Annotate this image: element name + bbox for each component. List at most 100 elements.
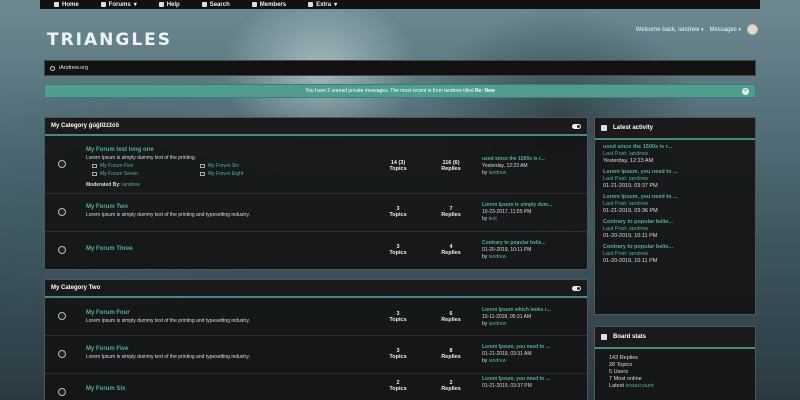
subforum-link[interactable]: My Forum Seven <box>86 171 194 177</box>
last-post-link[interactable]: Lorem Ipsum which looks r... <box>482 307 551 314</box>
close-icon[interactable]: × <box>742 88 749 95</box>
forum-title-link[interactable]: My Forum Four <box>86 310 130 316</box>
replies-label: Replies <box>441 250 461 256</box>
forum-title-link[interactable]: My Forum test long one <box>86 147 154 153</box>
forum-title-link[interactable]: My Forum Six <box>86 386 125 392</box>
nav-members[interactable]: Members <box>251 1 287 8</box>
replies-label: Replies <box>441 317 461 323</box>
welcome-menu[interactable]: Welcome back, iandrew ▾ <box>636 27 704 33</box>
replies-stat: 116 (6) Replies <box>436 160 466 172</box>
activity-thread-link[interactable]: Contrary to popular belie... <box>603 219 747 226</box>
subforum-label: My Forum Seven <box>100 171 139 177</box>
collapse-toggle-icon[interactable] <box>572 285 581 291</box>
extra-icon <box>308 2 314 7</box>
last-post-link[interactable]: Lorem Ipsum, you need to ... <box>482 344 550 351</box>
category-header: My Category ġúģllžźžćö <box>45 118 587 136</box>
site-logo[interactable]: TRIANGLES <box>47 30 172 50</box>
activity-last-post[interactable]: Last Post: iandrew <box>603 176 747 183</box>
forum-status-icon <box>58 208 66 216</box>
last-post: used since the 1500s is r... Yesterday, … <box>482 156 545 177</box>
forum-row: My Forum Four Lorem Ipsum is simply dumm… <box>45 298 587 336</box>
by-label: by <box>482 254 488 260</box>
forum-description: Lorem Ipsum is simply dummy text of the … <box>86 318 250 324</box>
nav-search-label: Search <box>209 1 230 8</box>
last-post-author-link[interactable]: test <box>489 216 497 222</box>
subforum-label: My Forum Five <box>100 163 134 169</box>
home-icon <box>54 2 59 7</box>
forum-row: My Forum test long one Lorem Ipsum is si… <box>45 136 587 194</box>
chevron-down-icon: ▾ <box>700 26 704 33</box>
chat-icon <box>601 125 607 131</box>
last-post-link[interactable]: Lorem Ipsum, you need to ... <box>482 376 550 383</box>
search-icon <box>201 2 207 7</box>
activity-last-post[interactable]: Last Post: iandrew <box>603 151 747 158</box>
category-panel-1: My Category ġúģllžźžćö My Forum test lon… <box>44 117 588 270</box>
folder-icon <box>200 172 205 176</box>
subforum-link[interactable]: My Forum Eight <box>194 171 302 177</box>
nav-search[interactable]: Search <box>201 1 230 8</box>
forums-icon <box>100 2 106 7</box>
topics-stat: 3 Topics <box>383 311 413 323</box>
category-title[interactable]: My Category Two <box>51 285 100 291</box>
category-panel-2: My Category Two My Forum Four Lorem Ipsu… <box>44 279 588 400</box>
replies-stat: 4 Replies <box>436 244 466 256</box>
activity-last-post[interactable]: Last Post: iandrew <box>603 226 747 233</box>
activity-item: Contrary to popular belie... Last Post: … <box>595 215 755 240</box>
replies-stat: 6 Replies <box>436 311 466 323</box>
last-post-author-link[interactable]: iandrew <box>489 358 507 364</box>
category-header: My Category Two <box>45 280 587 298</box>
forum-status-icon <box>58 312 66 320</box>
activity-last-post[interactable]: Last Post: iandrew <box>603 251 747 258</box>
latest-activity-panel: Latest activity used since the 1500s is … <box>594 117 756 315</box>
breadcrumb-site-link[interactable]: iAndrew.org <box>59 65 88 71</box>
collapse-toggle-icon[interactable] <box>572 123 581 129</box>
last-post-author-link[interactable]: iandrew <box>489 254 507 260</box>
forum-row: My Forum Five Lorem Ipsum is simply dumm… <box>45 336 587 374</box>
activity-thread-link[interactable]: Lorem Ipsum, you need to ... <box>603 169 747 176</box>
last-post-link[interactable]: Lorem Ipsum is simply dum... <box>482 202 552 209</box>
forum-title-link[interactable]: My Forum Three <box>86 246 133 252</box>
chevron-down-icon: ▾ <box>334 2 338 8</box>
stat-replies: 143 Replies <box>609 355 639 361</box>
messages-menu[interactable]: Messages ▾ <box>709 27 741 33</box>
last-post-link[interactable]: Contrary to popular belie... <box>482 240 546 247</box>
subforum-link[interactable]: My Forum Six <box>194 163 302 169</box>
pm-notice-title-link[interactable]: Re: New <box>475 88 495 94</box>
avatar[interactable] <box>747 24 758 35</box>
latest-activity-header: Latest activity <box>595 118 755 140</box>
activity-date: Yesterday, 12:23 AM <box>603 158 654 164</box>
last-post: Lorem Ipsum is simply dum... 10-23-2017,… <box>482 202 552 223</box>
nav-help[interactable]: Help <box>158 2 180 8</box>
nav-forums[interactable]: Forums ▾ <box>100 1 137 8</box>
activity-last-post[interactable]: Last Post: iandrew <box>603 201 747 208</box>
latest-member-link[interactable]: testaccount <box>626 383 654 389</box>
nav-extra[interactable]: Extra ▾ <box>308 1 337 8</box>
activity-date: 01-20-2019, 10:11 PM <box>603 233 658 239</box>
last-post-date: 10-23-2017, 11:55 PM <box>482 209 532 215</box>
user-bar: Welcome back, iandrew ▾ Messages ▾ <box>636 24 758 35</box>
nav-home[interactable]: Home <box>54 2 79 8</box>
last-post-author: by test <box>482 216 552 223</box>
nav-home-label: Home <box>62 1 79 8</box>
topics-label: Topics <box>389 166 407 172</box>
activity-date: 01-21-2019, 03:37 PM <box>603 183 658 189</box>
last-post-author-link[interactable]: iandrew <box>489 170 507 176</box>
forum-title-link[interactable]: My Forum Five <box>86 346 128 352</box>
last-post-link[interactable]: used since the 1500s is r... <box>482 156 545 163</box>
welcome-text: Welcome back, iandrew <box>635 26 700 33</box>
nav-members-label: Members <box>259 1 287 8</box>
activity-thread-link[interactable]: used since the 1500s is r... <box>603 144 747 151</box>
forum-status-icon <box>58 388 66 396</box>
activity-thread-link[interactable]: Contrary to popular belie... <box>603 244 747 251</box>
last-post: Lorem Ipsum which looks r... 10-11-2018,… <box>482 307 551 328</box>
category-title[interactable]: My Category ġúģllžźžćö <box>51 123 119 129</box>
forum-title-link[interactable]: My Forum Two <box>86 204 128 210</box>
replies-label: Replies <box>441 354 461 360</box>
activity-thread-link[interactable]: Lorem Ipsum, you need to ... <box>603 194 747 201</box>
forum-status-icon <box>58 246 66 254</box>
last-post-author-link[interactable]: iandrew <box>489 321 507 327</box>
replies-stat: 8 Replies <box>436 348 466 360</box>
moderator-link[interactable]: iandrew <box>122 182 140 188</box>
subforum-link[interactable]: My Forum Five <box>86 163 194 169</box>
topics-label: Topics <box>389 354 407 360</box>
